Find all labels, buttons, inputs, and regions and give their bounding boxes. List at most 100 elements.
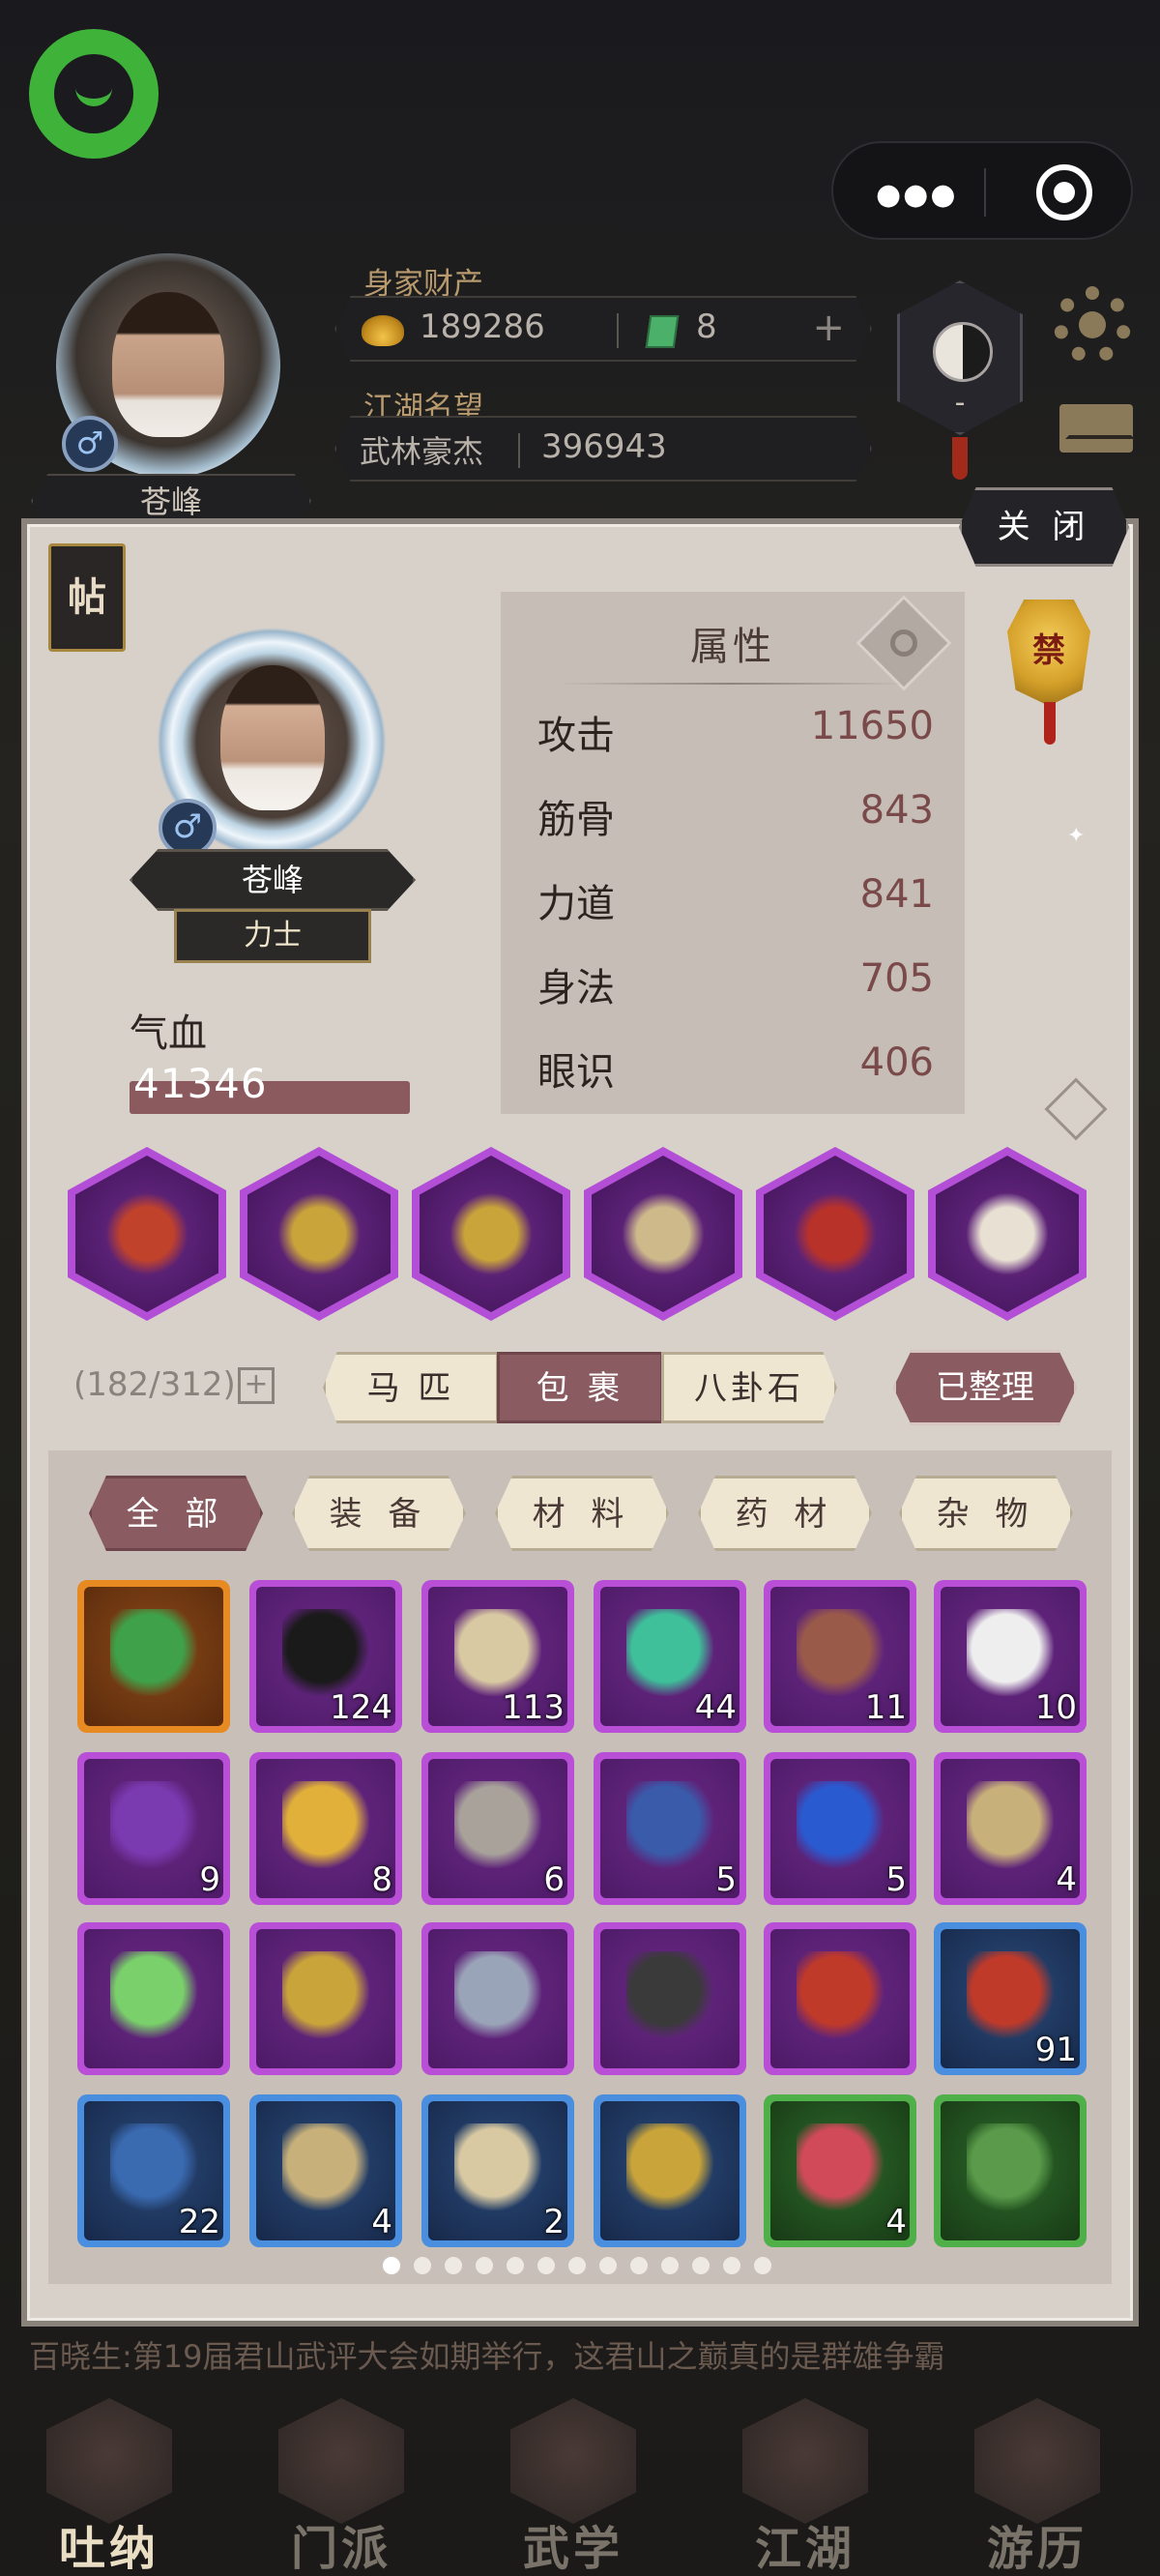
- nav-5[interactable]: 游历: [945, 2388, 1129, 2576]
- inventory-slot[interactable]: 9: [77, 1752, 230, 1905]
- item-quantity: 5: [715, 1860, 737, 1899]
- peach-icon: [797, 2123, 884, 2210]
- expand-bag-button[interactable]: +: [238, 1367, 275, 1404]
- nav-label: 门派: [290, 2522, 392, 2576]
- gear-icon[interactable]: [1054, 286, 1131, 364]
- banner-icon: [278, 2398, 404, 2524]
- inventory-slot[interactable]: [594, 1922, 746, 2075]
- inventory-slot[interactable]: 2: [421, 2094, 574, 2247]
- item-quantity: 9: [199, 1860, 220, 1899]
- character-portrait: ♂: [120, 627, 423, 857]
- page-dot[interactable]: [414, 2257, 431, 2274]
- inventory-slot[interactable]: 8: [249, 1752, 402, 1905]
- mini-program-capsule: ●●●: [831, 141, 1133, 240]
- inventory-slot[interactable]: 11: [764, 1580, 916, 1733]
- inventory-slot[interactable]: 4: [249, 2094, 402, 2247]
- armor-icon: [278, 1191, 360, 1276]
- item-quantity: 113: [502, 1688, 565, 1727]
- hat-icon: [742, 2398, 868, 2524]
- inventory-slot[interactable]: 4: [764, 2094, 916, 2247]
- inventory-slot[interactable]: 10: [934, 1580, 1087, 1733]
- attributes-panel: 属性 攻击 11650 筋骨 843 力道 841 身法 705 眼识 406: [501, 592, 965, 1114]
- item-quantity: 6: [543, 1860, 565, 1899]
- page-dot[interactable]: [661, 2257, 679, 2274]
- inventory-slot[interactable]: [249, 1922, 402, 2075]
- inventory-slot[interactable]: 5: [594, 1752, 746, 1905]
- page-dot[interactable]: [507, 2257, 524, 2274]
- more-icon[interactable]: ●●●: [876, 178, 958, 212]
- jade-icon: [645, 315, 680, 348]
- parchment-icon: [282, 2123, 369, 2210]
- oil-jar-icon: [626, 1951, 713, 2038]
- page-dot[interactable]: [568, 2257, 586, 2274]
- exit-icon[interactable]: [1036, 164, 1092, 220]
- character-name: 苍峰: [130, 849, 416, 911]
- inventory-slot[interactable]: [764, 1922, 916, 2075]
- inventory-slot[interactable]: [594, 2094, 746, 2247]
- jade-amount: 8: [696, 307, 717, 346]
- inventory-slot[interactable]: [421, 1922, 574, 2075]
- add-currency-button[interactable]: +: [812, 306, 845, 350]
- player-avatar[interactable]: ♂: [23, 253, 317, 495]
- horse-token-icon: [967, 1951, 1054, 2038]
- boots-icon: [623, 1191, 704, 1276]
- category-equipment[interactable]: 装 备: [292, 1476, 466, 1551]
- page-dot[interactable]: [723, 2257, 740, 2274]
- sapphire-icon: [797, 1781, 884, 1868]
- inventory-slot[interactable]: 6: [421, 1752, 574, 1905]
- category-all[interactable]: 全 部: [89, 1476, 263, 1551]
- gold-ore-icon: [282, 1781, 369, 1868]
- nav-4[interactable]: 江湖: [713, 2388, 897, 2576]
- page-dot[interactable]: [630, 2257, 648, 2274]
- page-dot[interactable]: [599, 2257, 617, 2274]
- character-class: 力士: [174, 909, 371, 963]
- invitation-card-icon[interactable]: 帖: [48, 543, 126, 652]
- item-quantity: 124: [330, 1688, 392, 1727]
- inventory-slot[interactable]: 124: [249, 1580, 402, 1733]
- nav-1[interactable]: 吐纳: [17, 2388, 201, 2576]
- taiji-badge[interactable]: -: [897, 280, 1023, 435]
- stele-icon: [454, 1781, 541, 1868]
- page-dot[interactable]: [383, 2257, 400, 2274]
- attribute-row: 眼识 406: [537, 1040, 934, 1095]
- item-quantity: 2: [543, 2203, 565, 2241]
- paper-icon: [967, 1781, 1054, 1868]
- nav-3[interactable]: 武学: [481, 2388, 665, 2576]
- close-button[interactable]: 关 闭: [959, 487, 1129, 567]
- page-dot[interactable]: [537, 2257, 555, 2274]
- tab-horses[interactable]: 马 匹: [323, 1352, 499, 1423]
- nav-2[interactable]: 门派: [249, 2388, 433, 2576]
- category-materials[interactable]: 材 料: [495, 1476, 669, 1551]
- page-dot[interactable]: [476, 2257, 493, 2274]
- item-quantity: 4: [885, 2203, 907, 2241]
- category-herbs[interactable]: 药 材: [698, 1476, 872, 1551]
- inventory-slot[interactable]: 5: [764, 1752, 916, 1905]
- horse-icon: [967, 1191, 1048, 1276]
- taiji-icon: [933, 322, 993, 382]
- category-misc[interactable]: 杂 物: [899, 1476, 1073, 1551]
- mail-icon[interactable]: [1059, 404, 1133, 453]
- hp-value: 41346: [133, 1060, 268, 1107]
- tab-bagua-stones[interactable]: 八卦石: [661, 1352, 837, 1423]
- inventory-slot[interactable]: [934, 2094, 1087, 2247]
- inventory-slot[interactable]: 113: [421, 1580, 574, 1733]
- chat-icon[interactable]: [29, 29, 159, 159]
- inventory-slot[interactable]: 4: [934, 1752, 1087, 1905]
- page-dot[interactable]: [445, 2257, 462, 2274]
- inventory-slot[interactable]: 44: [594, 1580, 746, 1733]
- gourd-icon: [46, 2398, 172, 2524]
- eye-icon[interactable]: [856, 595, 952, 691]
- page-dot[interactable]: [754, 2257, 771, 2274]
- inventory-slot[interactable]: [77, 1922, 230, 2075]
- tab-bag[interactable]: 包 裹: [497, 1352, 663, 1423]
- jade-disc-icon: [110, 1609, 197, 1696]
- inventory-slot[interactable]: [77, 1580, 230, 1733]
- sort-button[interactable]: 已整理: [893, 1350, 1077, 1425]
- black-disc-icon: [282, 1609, 369, 1696]
- inventory-slot[interactable]: 22: [77, 2094, 230, 2247]
- page-dot[interactable]: [692, 2257, 710, 2274]
- inventory-slot[interactable]: 91: [934, 1922, 1087, 2075]
- meat-icon: [797, 1609, 884, 1696]
- forbidden-badge-icon[interactable]: 禁: [1007, 600, 1090, 706]
- purple-gem-icon: [110, 1781, 197, 1868]
